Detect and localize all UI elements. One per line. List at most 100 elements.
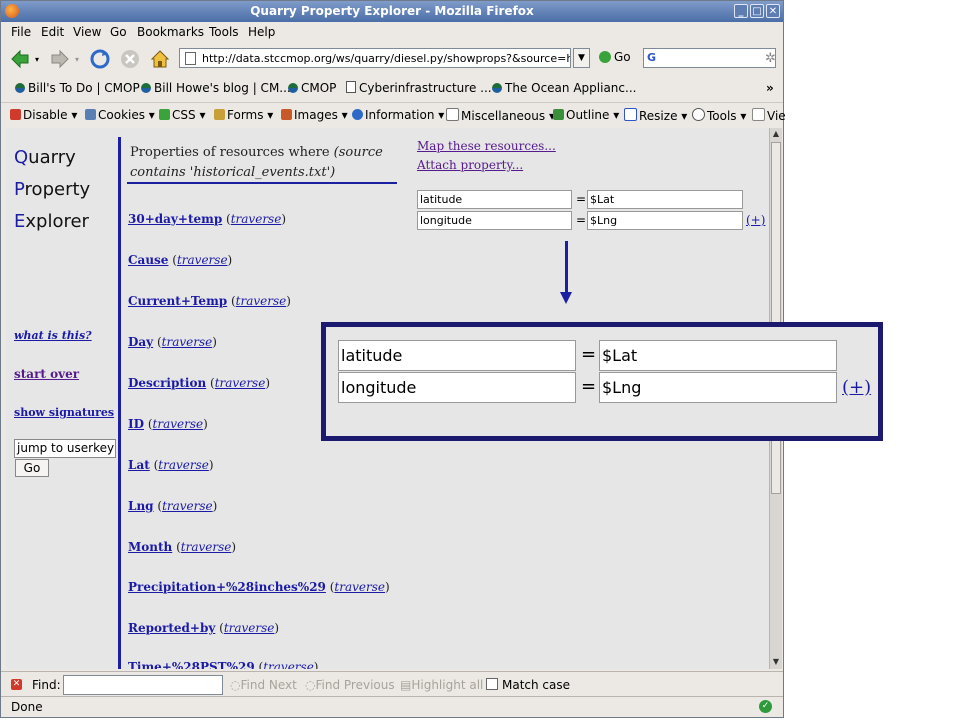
bookmark-label: Bill's To Do | CMOP — [28, 81, 140, 95]
devtool-cookies[interactable]: Cookies ▾ — [85, 108, 155, 122]
property-link[interactable]: Month — [128, 540, 172, 554]
devtool-tools[interactable]: Tools ▾ — [692, 108, 746, 123]
cmop-icon — [288, 83, 298, 93]
menu-tools[interactable]: Tools — [209, 25, 239, 39]
maximize-button[interactable]: □ — [750, 4, 764, 18]
bookmark-item[interactable]: CMOP — [288, 81, 336, 95]
menu-view[interactable]: View — [73, 25, 101, 39]
traverse-link[interactable]: traverse — [181, 540, 232, 554]
attach-property-link[interactable]: Attach property... — [417, 158, 523, 172]
mapping-value-input[interactable]: $Lng — [587, 211, 743, 230]
property-link[interactable]: Cause — [128, 253, 168, 267]
menu-edit[interactable]: Edit — [41, 25, 64, 39]
url-input[interactable]: http://data.stccmop.org/ws/quarry/diesel… — [179, 48, 571, 68]
menu-go[interactable]: Go — [110, 25, 127, 39]
traverse-link[interactable]: traverse — [215, 376, 266, 390]
what-is-this-link[interactable]: what is this? — [14, 329, 92, 342]
start-over-link[interactable]: start over — [14, 367, 79, 381]
traverse-link[interactable]: traverse — [158, 458, 209, 472]
add-mapping-link[interactable]: (+) — [746, 213, 765, 227]
reload-icon[interactable] — [89, 48, 111, 70]
title-bar[interactable]: Quarry Property Explorer - Mozilla Firef… — [1, 1, 783, 22]
property-item: Time+%28PST%29 (traverse) — [128, 661, 318, 669]
find-input[interactable] — [63, 675, 223, 695]
traverse-link[interactable]: traverse — [334, 580, 385, 594]
url-dropdown-button[interactable]: ▼ — [573, 48, 590, 68]
traverse-link[interactable]: traverse — [162, 499, 213, 513]
scroll-up-icon[interactable]: ▲ — [770, 128, 782, 140]
page-icon — [346, 81, 356, 93]
devtool-label: Tools — [707, 109, 737, 123]
traverse-link[interactable]: traverse — [236, 294, 287, 308]
devtool-resize[interactable]: Resize ▾ — [624, 108, 687, 123]
property-link[interactable]: Lat — [128, 458, 150, 472]
cmop-icon — [492, 83, 502, 93]
find-previous-button[interactable]: ◌Find Previous — [305, 678, 395, 692]
callout-field-input: longitude — [338, 372, 576, 403]
find-next-button[interactable]: ◌Find Next — [230, 678, 297, 692]
search-input[interactable]: G — [643, 48, 776, 68]
logo-letter: Q — [14, 147, 29, 168]
traverse-link[interactable]: traverse — [162, 335, 213, 349]
property-link[interactable]: Lng — [128, 499, 154, 513]
highlight-all-button[interactable]: ▤Highlight all — [400, 678, 483, 692]
bookmarks-overflow-button[interactable]: » — [766, 81, 774, 95]
properties-heading: Properties of resources where (source co… — [130, 143, 395, 183]
bookmark-item[interactable]: Bill's To Do | CMOP — [15, 81, 140, 95]
property-link[interactable]: ID — [128, 417, 144, 431]
scrollbar-thumb[interactable] — [771, 142, 781, 494]
menu-file[interactable]: File — [11, 25, 31, 39]
property-link[interactable]: Precipitation+%28inches%29 — [128, 580, 326, 594]
bookmark-item[interactable]: The Ocean Applianc... — [492, 81, 636, 95]
property-link[interactable]: 30+day+temp — [128, 212, 222, 226]
callout-field-input: latitude — [338, 340, 576, 371]
heading-divider — [127, 182, 397, 184]
property-link[interactable]: Reported+by — [128, 621, 215, 635]
traverse-link[interactable]: traverse — [177, 253, 228, 267]
forward-dropdown-icon[interactable]: ▾ — [75, 55, 79, 64]
stop-icon[interactable] — [119, 48, 141, 70]
match-case-checkbox[interactable]: Match case — [486, 678, 570, 692]
property-link[interactable]: Day — [128, 335, 153, 349]
go-button[interactable]: Go — [599, 50, 631, 64]
mapping-value-input[interactable]: $Lat — [587, 190, 743, 209]
property-link[interactable]: Current+Temp — [128, 294, 227, 308]
mapping-field-input[interactable]: longitude — [417, 211, 572, 230]
traverse-link[interactable]: traverse — [224, 621, 275, 635]
menu-help[interactable]: Help — [248, 25, 275, 39]
back-icon[interactable] — [9, 48, 31, 70]
devtool-outline[interactable]: Outline ▾ — [553, 108, 619, 122]
mapping-field-input[interactable]: latitude — [417, 190, 572, 209]
scroll-down-icon[interactable]: ▼ — [770, 656, 782, 668]
jump-go-button[interactable]: Go — [15, 459, 49, 477]
forward-icon[interactable] — [49, 48, 71, 70]
devtool-images[interactable]: Images ▾ — [281, 108, 348, 122]
close-find-icon[interactable]: ✕ — [11, 679, 22, 690]
home-icon[interactable] — [149, 48, 171, 70]
back-dropdown-icon[interactable]: ▾ — [35, 55, 39, 64]
traverse-link[interactable]: traverse — [231, 212, 282, 226]
menu-bookmarks[interactable]: Bookmarks — [137, 25, 204, 39]
jump-to-userkey-input[interactable]: jump to userkey — [14, 439, 116, 458]
map-resources-link[interactable]: Map these resources... — [417, 139, 556, 153]
property-item: Cause (traverse) — [128, 253, 233, 267]
property-link[interactable]: Time+%28PST%29 — [128, 661, 255, 669]
go-icon — [599, 51, 611, 63]
devtool-css[interactable]: CSS ▾ — [159, 108, 205, 122]
bookmark-item[interactable]: Cyberinfrastructure ... — [346, 81, 492, 95]
devtool-miscellaneous[interactable]: Miscellaneous ▾ — [446, 108, 555, 123]
show-signatures-link[interactable]: show signatures — [14, 406, 114, 419]
devtool-information[interactable]: Information ▾ — [352, 108, 444, 122]
devtool-forms[interactable]: Forms ▾ — [214, 108, 273, 122]
devtool-view-source[interactable]: Vie — [752, 108, 786, 123]
property-link[interactable]: Description — [128, 376, 206, 390]
minimize-button[interactable]: _ — [734, 4, 748, 18]
callout-equals-sign: = — [581, 344, 597, 365]
close-button[interactable]: ✕ — [766, 4, 780, 18]
google-search-icon: G — [647, 51, 657, 64]
traverse-link[interactable]: traverse — [263, 661, 314, 669]
bookmark-item[interactable]: Bill Howe's blog | CM... — [141, 81, 291, 95]
logo-text: xplorer — [25, 211, 89, 232]
devtool-disable[interactable]: Disable ▾ — [10, 108, 77, 122]
traverse-link[interactable]: traverse — [153, 417, 204, 431]
